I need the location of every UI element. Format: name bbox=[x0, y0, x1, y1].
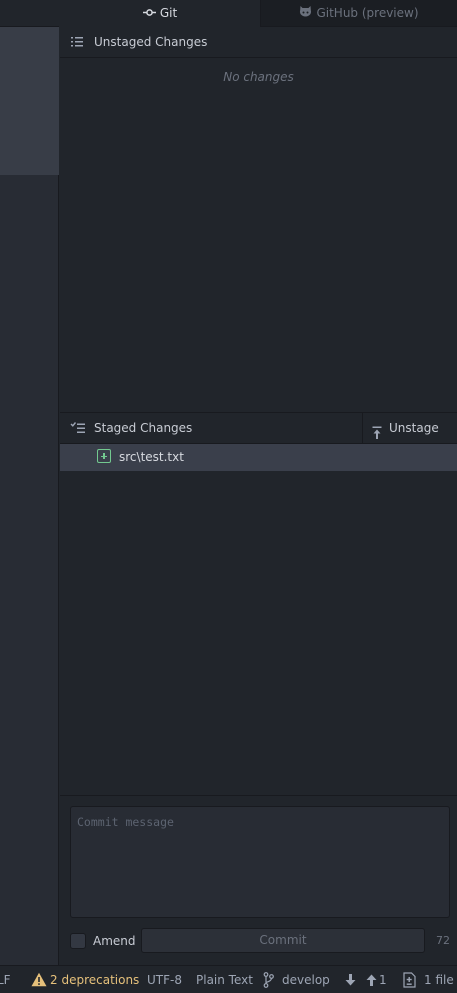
staged-file-row[interactable]: src\test.txt bbox=[60, 444, 457, 471]
status-bar: LF 2 deprecations UTF-8 Plain Text devel… bbox=[0, 965, 457, 993]
commit-area: Commit message Amend Commit 72 bbox=[60, 795, 457, 965]
git-panel: Git GitHub (preview) Unstaged Changes No… bbox=[60, 0, 457, 965]
unstaged-changes-title: Unstaged Changes bbox=[94, 35, 208, 49]
push-arrow-up-icon bbox=[366, 974, 377, 989]
commit-button[interactable]: Commit bbox=[141, 928, 425, 953]
unstage-all-button[interactable]: Unstage All bbox=[362, 413, 457, 465]
tab-git-label: Git bbox=[159, 6, 178, 20]
checklist-icon bbox=[70, 421, 85, 435]
unstage-arrow-icon bbox=[372, 421, 382, 439]
file-diff-icon bbox=[403, 972, 416, 991]
octocat-icon bbox=[299, 1, 312, 27]
editor-pane bbox=[0, 0, 59, 965]
editor-tab-bar bbox=[0, 0, 59, 27]
editor-selection bbox=[0, 27, 59, 175]
staged-changes-header: Staged Changes Unstage All bbox=[60, 412, 457, 465]
tab-github[interactable]: GitHub (preview) bbox=[261, 0, 457, 27]
unstaged-changes-header: Unstaged Changes bbox=[60, 27, 457, 58]
tab-git[interactable]: Git bbox=[60, 0, 261, 27]
amend-label: Amend bbox=[93, 934, 136, 948]
grammar-status[interactable]: Plain Text bbox=[196, 966, 253, 993]
encoding-status[interactable]: UTF-8 bbox=[147, 966, 182, 993]
amend-checkbox[interactable] bbox=[70, 933, 86, 949]
line-ending-status[interactable]: LF bbox=[0, 966, 11, 993]
commit-char-count: 72 bbox=[436, 934, 450, 947]
panel-tab-bar: Git GitHub (preview) bbox=[60, 0, 457, 27]
commit-message-input[interactable]: Commit message bbox=[70, 806, 450, 918]
deprecations-status[interactable]: 2 deprecations bbox=[50, 966, 139, 993]
commit-icon bbox=[142, 1, 156, 27]
warning-icon bbox=[31, 972, 47, 990]
no-changes-text: No changes bbox=[223, 70, 294, 84]
branch-status[interactable]: develop bbox=[282, 966, 330, 993]
push-count-status[interactable]: 1 bbox=[379, 966, 387, 993]
fetch-arrow-down-icon bbox=[345, 974, 356, 989]
staged-file-name: src\test.txt bbox=[119, 450, 184, 464]
changed-files-status[interactable]: 1 file bbox=[424, 966, 454, 993]
staged-changes-title: Staged Changes bbox=[94, 421, 193, 435]
tab-github-label: GitHub (preview) bbox=[316, 6, 419, 20]
branch-icon bbox=[263, 972, 274, 991]
list-icon bbox=[70, 35, 84, 49]
file-added-icon bbox=[97, 449, 111, 463]
